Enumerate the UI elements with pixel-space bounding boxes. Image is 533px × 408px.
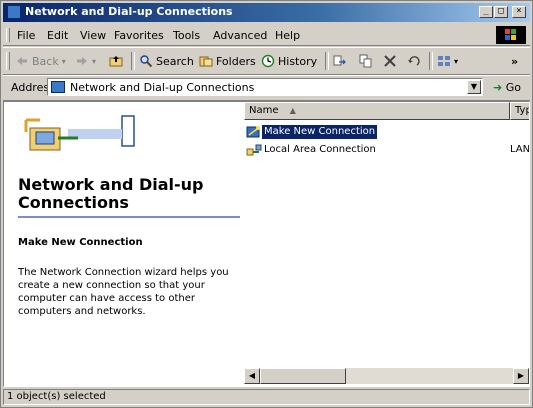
windows-logo-icon: [496, 26, 526, 44]
toolbar-more-label: »: [511, 54, 519, 68]
toolbar-more-button[interactable]: »: [511, 52, 518, 70]
list-item-name: Local Area Connection: [264, 144, 376, 155]
scroll-right-button[interactable]: ▶: [513, 368, 529, 384]
toolbar-separator: [429, 52, 433, 70]
list-item[interactable]: Make New Connection: [244, 124, 529, 140]
column-header-type[interactable]: Typ: [510, 102, 529, 120]
history-button[interactable]: History: [261, 52, 317, 70]
forward-dropdown-icon: ▾: [92, 56, 97, 66]
move-to-button[interactable]: [333, 52, 347, 70]
minimize-button[interactable]: _: [479, 6, 493, 18]
scroll-thumb[interactable]: [260, 368, 346, 384]
column-name-label: Name: [249, 105, 279, 116]
forward-button[interactable]: ▾: [75, 52, 96, 70]
menu-bar: File Edit View Favorites Tools Advanced …: [3, 25, 530, 46]
network-folder-icon: [51, 81, 65, 93]
selection-heading: Make New Connection: [18, 237, 143, 248]
selection-description: The Network Connection wizard helps you …: [18, 267, 229, 317]
folders-icon: [199, 56, 213, 67]
sort-arrow-icon: ▲: [289, 106, 296, 115]
go-arrow-icon: ➜: [493, 81, 503, 94]
menu-help[interactable]: Help: [275, 29, 300, 42]
menu-grip[interactable]: [6, 28, 10, 42]
title-divider: [18, 216, 240, 218]
history-icon: [261, 54, 275, 68]
history-label: History: [278, 54, 318, 68]
delete-icon: [384, 55, 396, 67]
move-to-icon: [333, 55, 346, 66]
copy-to-icon: [359, 54, 372, 68]
back-button[interactable]: Back ▾: [15, 52, 66, 70]
status-bar: 1 object(s) selected: [3, 389, 530, 405]
folders-label: Folders: [216, 54, 256, 68]
list-item-name: Make New Connection: [262, 125, 378, 139]
horizontal-scrollbar[interactable]: ◀ ▶: [244, 368, 529, 384]
page-title: Network and Dial-up Connections: [18, 175, 204, 212]
views-button[interactable]: ▾: [437, 52, 458, 70]
views-icon: [438, 56, 450, 66]
undo-icon: [408, 56, 420, 66]
address-field[interactable]: Network and Dial-up Connections ▼: [47, 78, 483, 96]
menu-edit[interactable]: Edit: [47, 29, 68, 42]
folder-content: Network and Dial-up Connections Make New…: [3, 101, 530, 387]
up-folder-icon: [109, 56, 123, 67]
window-title: Network and Dial-up Connections: [25, 5, 233, 18]
back-dropdown-icon: ▾: [61, 56, 66, 66]
menu-file[interactable]: File: [17, 29, 35, 42]
close-button[interactable]: ×: [512, 6, 526, 18]
forward-arrow-icon: [77, 57, 87, 65]
column-header-bar: Name ▲ Typ: [244, 102, 529, 120]
lan-connection-icon: [246, 144, 262, 156]
title-bar[interactable]: Network and Dial-up Connections _ □ ×: [3, 3, 530, 22]
search-label: Search: [156, 54, 194, 68]
copy-to-button[interactable]: [359, 52, 373, 70]
explorer-window: Network and Dial-up Connections _ □ × Fi…: [0, 0, 533, 408]
menu-favorites[interactable]: Favorites: [114, 29, 164, 42]
file-list: Name ▲ Typ Make New Connection Local Are…: [244, 102, 529, 386]
address-bar: Address Network and Dial-up Connections …: [3, 75, 530, 101]
network-connections-banner-icon: [24, 115, 135, 151]
scroll-left-button[interactable]: ◀: [244, 368, 260, 384]
up-folder-button[interactable]: [109, 52, 123, 70]
back-label: Back: [32, 54, 59, 68]
column-header-name[interactable]: Name ▲: [244, 102, 510, 120]
menu-tools[interactable]: Tools: [173, 29, 200, 42]
web-view-pane: Network and Dial-up Connections Make New…: [4, 102, 242, 386]
back-arrow-icon: [17, 57, 27, 65]
wizard-icon: [246, 126, 260, 138]
delete-button[interactable]: [383, 52, 397, 70]
toolbar-separator: [325, 52, 329, 70]
search-icon: [140, 55, 153, 68]
toolbar-grip[interactable]: [6, 52, 10, 70]
standard-toolbar: Back ▾ ▾ Search Folders History ▾ »: [3, 47, 530, 75]
address-value: Network and Dial-up Connections: [70, 81, 255, 94]
list-item-type: LAN: [510, 144, 530, 155]
maximize-button[interactable]: □: [494, 6, 508, 18]
go-button[interactable]: ➜ Go: [493, 81, 521, 94]
status-text: 1 object(s) selected: [3, 389, 530, 405]
search-button[interactable]: Search: [139, 52, 194, 70]
menu-view[interactable]: View: [80, 29, 106, 42]
menu-advanced[interactable]: Advanced: [213, 29, 267, 42]
go-label: Go: [505, 81, 521, 94]
folders-button[interactable]: Folders: [199, 52, 256, 70]
undo-button[interactable]: [407, 52, 421, 70]
views-dropdown-icon: ▾: [454, 56, 459, 66]
list-item[interactable]: Local Area Connection LAN: [244, 142, 529, 158]
address-dropdown-button[interactable]: ▼: [467, 80, 481, 94]
network-folder-icon: [7, 5, 21, 19]
toolbar-separator: [131, 52, 135, 70]
